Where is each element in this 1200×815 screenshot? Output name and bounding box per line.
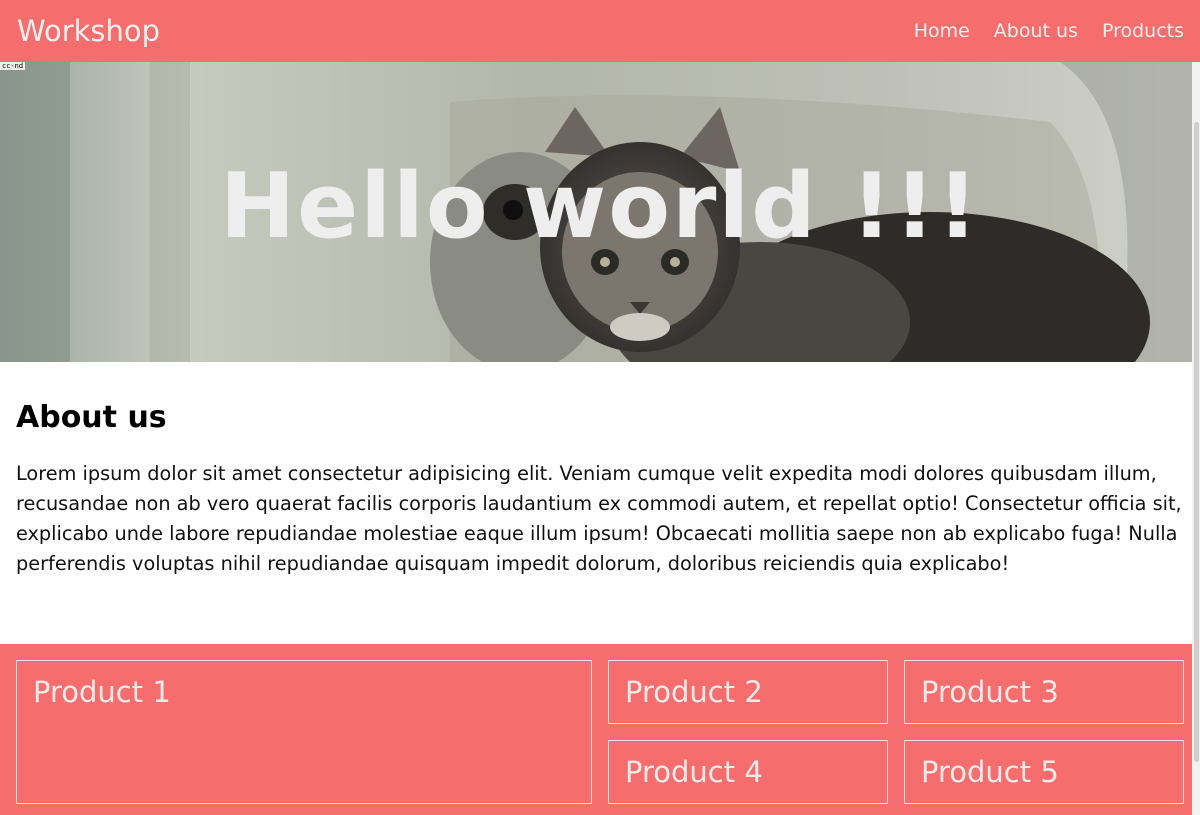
hero-title: Hello world !!! [219,154,981,259]
product-card-3[interactable]: Product 3 [904,660,1184,724]
about-text: Lorem ipsum dolor sit amet consectetur a… [16,462,1182,575]
nav-link-about-us[interactable]: About us [994,20,1078,42]
nav-link-products[interactable]: Products [1102,20,1184,42]
navbar: Workshop Home About us Products [0,0,1200,62]
product-card-4[interactable]: Product 4 [608,740,888,804]
product-card-2[interactable]: Product 2 [608,660,888,724]
about-heading: About us [16,400,167,435]
nav-links: Home About us Products [914,20,1184,42]
hero-banner: cc-nd Hello world !!! [0,62,1200,362]
scrollbar-thumb[interactable] [1194,122,1199,762]
brand-logo[interactable]: Workshop [17,14,160,48]
page-scrollbar[interactable] [1192,62,1200,815]
about-section: About us Lorem ipsum dolor sit amet cons… [16,400,1184,579]
product-card-5[interactable]: Product 5 [904,740,1184,804]
product-card-1[interactable]: Product 1 [16,660,592,804]
products-section: Product 1 Product 2 Product 3 Product 4 … [0,644,1200,815]
nav-link-home[interactable]: Home [914,20,970,42]
image-credit: cc-nd [0,62,26,70]
